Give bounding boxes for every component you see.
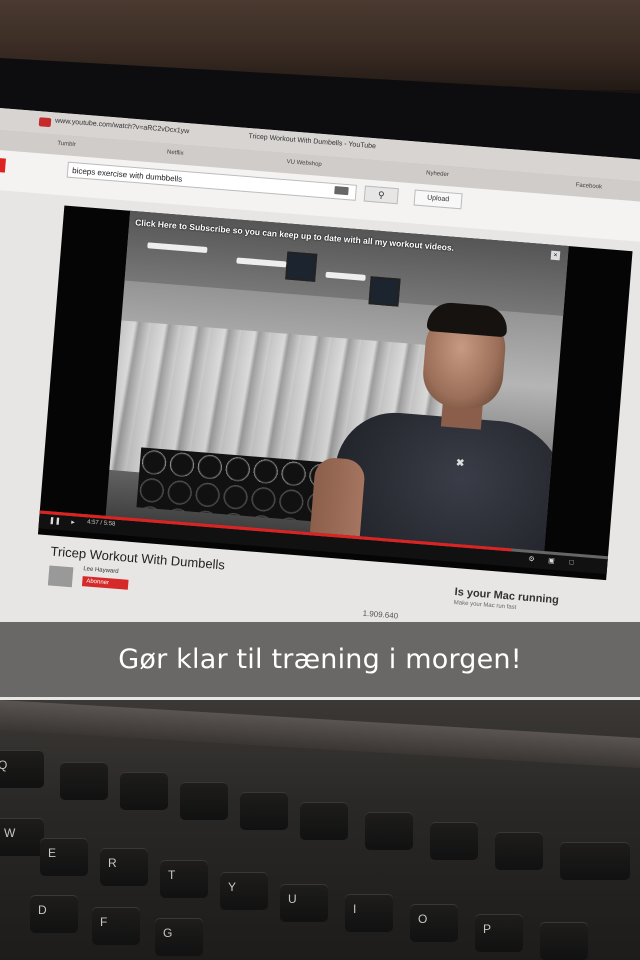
keyboard-icon[interactable] — [334, 186, 349, 196]
photo: www.youtube.com/watch?v=aRC2vDcx1yw Tric… — [0, 0, 640, 960]
video-frame[interactable]: ✖ Click Here to Subscribe so you can kee… — [104, 210, 569, 562]
keyboard-key — [365, 812, 413, 850]
youtube-favicon-icon — [38, 117, 52, 128]
keyboard-key — [560, 842, 630, 880]
keyboard-key — [540, 922, 588, 960]
close-icon[interactable]: × — [550, 250, 561, 261]
bookmark-item[interactable]: Nyheder — [426, 170, 449, 178]
keyboard-key — [60, 762, 108, 800]
video-player[interactable]: ✖ Click Here to Subscribe so you can kee… — [37, 205, 633, 581]
theater-icon[interactable]: ▣ — [547, 557, 556, 566]
keyboard-key: I — [345, 894, 393, 932]
keyboard-key: U — [280, 884, 328, 922]
channel-avatar[interactable] — [47, 565, 74, 588]
keyboard-key — [180, 782, 228, 820]
snap-caption-bar: Gør klar til træning i morgen! — [0, 622, 640, 697]
video-time: 4:57 / 5:58 — [86, 519, 116, 528]
snap-caption: Gør klar til træning i morgen! — [118, 644, 522, 675]
bookmark-item[interactable]: Tumblr — [57, 141, 76, 148]
wall-tv — [285, 251, 318, 282]
keyboard-key — [240, 792, 288, 830]
keyboard-key: P — [475, 914, 523, 952]
search-button[interactable]: ⚲ — [363, 185, 399, 205]
keyboard-key: W — [0, 818, 44, 856]
bookmark-item[interactable]: Netflix — [167, 150, 184, 157]
settings-icon[interactable]: ⚙ — [527, 556, 536, 565]
keyboard-key — [120, 772, 168, 810]
keyboard-key: T — [160, 860, 208, 898]
bookmark-item[interactable]: VU Webshop — [286, 159, 322, 168]
keyboard-key: Q — [0, 750, 44, 788]
keyboard-key: D — [30, 895, 78, 933]
keyboard-key: E — [40, 838, 88, 876]
bookmark-item[interactable]: Facebook — [575, 182, 602, 190]
keyboard-key — [430, 822, 478, 860]
volume-icon[interactable]: ▸ — [69, 519, 78, 528]
under-armour-logo: ✖ — [455, 457, 465, 470]
play-icon[interactable]: ❚❚ — [49, 517, 61, 526]
keyboard-key: F — [92, 907, 140, 945]
trainer: ✖ — [307, 297, 569, 562]
keyboard-key: G — [155, 918, 203, 956]
view-count: 1.909.640 — [362, 608, 399, 621]
keyboard-key — [495, 832, 543, 870]
upload-button[interactable]: Upload — [413, 189, 463, 210]
channel-name[interactable]: Lee Hayward — [83, 566, 119, 575]
youtube-logo[interactable] — [0, 157, 6, 173]
subscribe-button[interactable]: Abonner — [81, 576, 129, 590]
video-title: Tricep Workout With Dumbells — [50, 543, 226, 573]
search-icon: ⚲ — [377, 189, 385, 201]
keyboard-key: Y — [220, 872, 268, 910]
keyboard-key: R — [100, 848, 148, 886]
keyboard-key — [300, 802, 348, 840]
fullscreen-icon[interactable]: □ — [567, 559, 576, 568]
keyboard-key: O — [410, 904, 458, 942]
